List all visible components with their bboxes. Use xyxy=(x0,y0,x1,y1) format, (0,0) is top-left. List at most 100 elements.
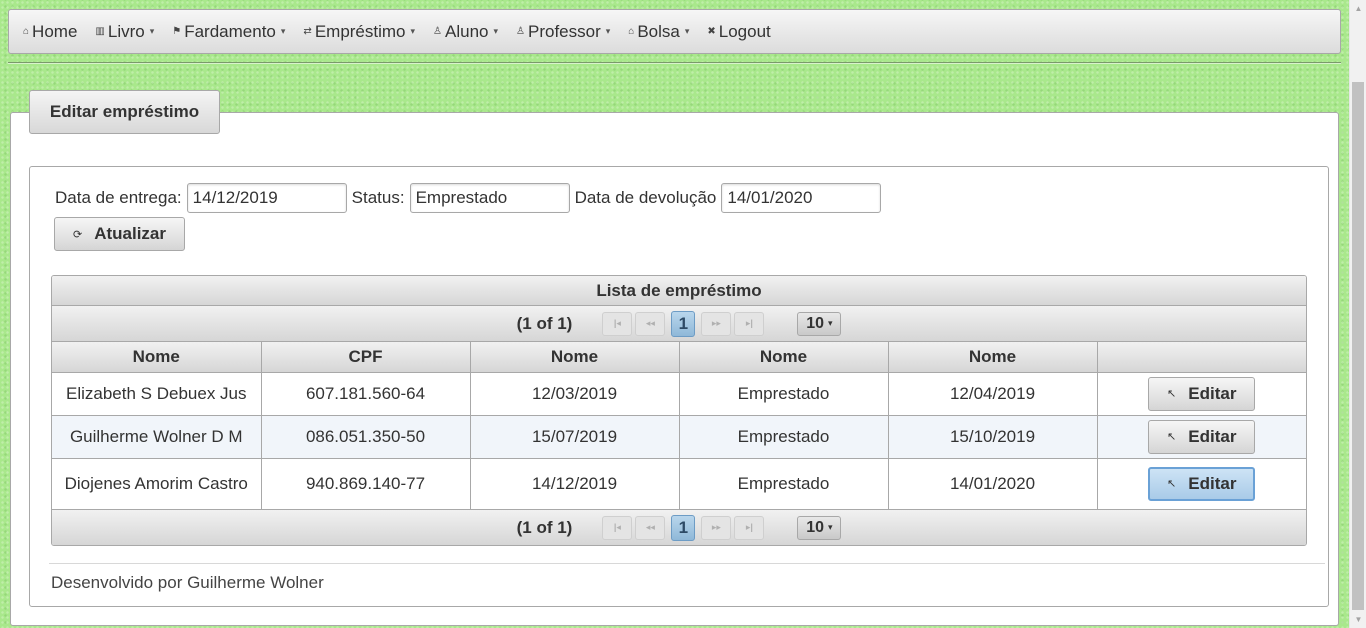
menu-home[interactable]: ⌂ Home xyxy=(23,22,77,42)
footer-credit: Desenvolvido por Guilherme Wolner xyxy=(51,573,324,592)
chevron-down-icon: ▾ xyxy=(149,26,155,36)
scroll-up-icon[interactable]: ▲ xyxy=(1350,0,1366,17)
menu-fardamento-label: Fardamento xyxy=(184,21,276,41)
cursor-arrow-icon: ↖ xyxy=(1167,431,1177,443)
table-row: Diojenes Amorim Castro 940.869.140-77 14… xyxy=(52,458,1306,509)
menu-fardamento[interactable]: ⚑ Fardamento ▾ xyxy=(172,22,285,42)
last-page-icon[interactable]: ▸| xyxy=(734,515,765,540)
next-page-icon[interactable]: ▸▸ xyxy=(701,515,732,540)
flag-icon: ⚑ xyxy=(172,26,182,37)
home-icon: ⌂ xyxy=(23,26,30,37)
menu-emprestimo[interactable]: ⇄ Empréstimo ▾ xyxy=(303,22,415,42)
main-menubar: ⌂ Home ▥ Livro ▾ ⚑ Fardamento ▾ ⇄ Emprés… xyxy=(8,9,1341,54)
menu-emprestimo-label: Empréstimo xyxy=(314,21,406,41)
devolucao-label: Data de devolução xyxy=(574,188,717,207)
menu-home-label: Home xyxy=(32,21,78,41)
scroll-thumb[interactable] xyxy=(1352,82,1364,610)
edit-button-label: Editar xyxy=(1188,383,1237,403)
cell-cpf: 086.051.350-50 xyxy=(261,415,471,459)
edit-button[interactable]: ↖ Editar xyxy=(1148,376,1256,411)
column-header-cpf[interactable]: CPF xyxy=(261,342,471,373)
menu-professor-label: Professor xyxy=(527,21,601,41)
menu-bolsa[interactable]: ⌂ Bolsa ▾ xyxy=(628,22,689,42)
table-row: Guilherme Wolner D M 086.051.350-50 15/0… xyxy=(52,415,1306,459)
cell-status: Emprestado xyxy=(679,458,889,509)
menu-livro-label: Livro xyxy=(107,21,145,41)
book-icon: ▥ xyxy=(95,26,105,37)
edit-button[interactable]: ↖ Editar xyxy=(1148,466,1256,501)
page-1-button[interactable]: 1 xyxy=(671,310,696,337)
edit-button[interactable]: ↖ Editar xyxy=(1148,419,1256,454)
menu-livro[interactable]: ▥ Livro ▾ xyxy=(95,22,154,42)
menu-aluno[interactable]: ♙ Aluno ▾ xyxy=(433,22,498,42)
loan-datatable: Lista de empréstimo (1 of 1) |◂ ◂◂ 1 ▸▸ … xyxy=(51,275,1307,546)
building-icon: ⌂ xyxy=(628,26,635,37)
cell-name: Diojenes Amorim Castro xyxy=(52,458,262,509)
chevron-down-icon: ▾ xyxy=(493,26,499,36)
entrega-label: Data de entrega: xyxy=(55,188,182,207)
cell-cpf: 940.869.140-77 xyxy=(261,458,471,509)
person-icon: ♙ xyxy=(516,26,525,37)
paginator-current: (1 of 1) xyxy=(516,517,573,537)
entrega-date-input[interactable] xyxy=(186,183,347,213)
column-header-nome[interactable]: Nome xyxy=(470,342,680,373)
cursor-arrow-icon: ↖ xyxy=(1167,478,1177,491)
next-page-icon[interactable]: ▸▸ xyxy=(701,311,732,336)
menu-separator xyxy=(8,62,1341,64)
loan-table: Nome CPF Nome Nome Nome Elizabeth S Debu… xyxy=(52,342,1306,509)
edit-button-label: Editar xyxy=(1188,426,1237,446)
menu-logout-label: Logout xyxy=(718,21,771,41)
table-title: Lista de empréstimo xyxy=(52,276,1306,306)
chevron-down-icon: ▾ xyxy=(410,26,416,36)
cell-return-date: 15/10/2019 xyxy=(888,415,1098,459)
rows-per-page-value: 10 xyxy=(806,518,824,536)
first-page-icon[interactable]: |◂ xyxy=(602,311,633,336)
paginator-current: (1 of 1) xyxy=(516,313,573,333)
column-header-actions xyxy=(1097,342,1306,373)
paginator-top: (1 of 1) |◂ ◂◂ 1 ▸▸ ▸| 10 ▾ xyxy=(52,306,1306,342)
rows-per-page-select[interactable]: 10 ▾ xyxy=(797,311,842,336)
devolucao-date-input[interactable] xyxy=(721,183,882,213)
update-button-label: Atualizar xyxy=(94,224,166,243)
scroll-down-icon[interactable]: ▼ xyxy=(1350,611,1366,628)
rows-per-page-select[interactable]: 10 ▾ xyxy=(797,515,842,540)
cell-cpf: 607.181.560-64 xyxy=(261,372,471,416)
cell-return-date: 12/04/2019 xyxy=(888,372,1098,416)
cell-name: Elizabeth S Debuex Jus xyxy=(52,372,262,416)
cursor-arrow-icon: ↖ xyxy=(1167,388,1177,400)
page-1-button[interactable]: 1 xyxy=(671,514,696,541)
person-icon: ♙ xyxy=(433,26,442,37)
chevron-down-icon: ▾ xyxy=(827,318,833,328)
menu-aluno-label: Aluno xyxy=(445,21,489,41)
panel-title: Editar empréstimo xyxy=(29,90,220,134)
vertical-scrollbar[interactable]: ▲ ▼ xyxy=(1349,0,1366,628)
edit-button-label: Editar xyxy=(1188,473,1237,493)
last-page-icon[interactable]: ▸| xyxy=(734,311,765,336)
cell-status: Emprestado xyxy=(679,415,889,459)
status-input[interactable] xyxy=(409,183,570,213)
cell-action: ↖ Editar xyxy=(1097,458,1306,509)
column-header-nome[interactable]: Nome xyxy=(52,342,262,373)
cell-return-date: 14/01/2020 xyxy=(888,458,1098,509)
chevron-down-icon: ▾ xyxy=(827,522,833,532)
first-page-icon[interactable]: |◂ xyxy=(602,515,633,540)
cell-delivery-date: 14/12/2019 xyxy=(470,458,680,509)
cell-status: Emprestado xyxy=(679,372,889,416)
status-label: Status: xyxy=(351,188,405,207)
close-icon: ✖ xyxy=(707,26,716,37)
menu-logout[interactable]: ✖ Logout xyxy=(707,22,770,42)
column-header-nome[interactable]: Nome xyxy=(888,342,1098,373)
transfer-icon: ⇄ xyxy=(303,26,312,37)
update-button[interactable]: ⟳ Atualizar xyxy=(54,217,185,251)
chevron-down-icon: ▾ xyxy=(605,26,611,36)
prev-page-icon[interactable]: ◂◂ xyxy=(635,311,666,336)
chevron-down-icon: ▾ xyxy=(684,26,690,36)
refresh-icon: ⟳ xyxy=(72,228,83,241)
cell-delivery-date: 12/03/2019 xyxy=(470,372,680,416)
prev-page-icon[interactable]: ◂◂ xyxy=(635,515,666,540)
column-header-nome[interactable]: Nome xyxy=(679,342,889,373)
table-row: Elizabeth S Debuex Jus 607.181.560-64 12… xyxy=(52,372,1306,416)
cell-action: ↖ Editar xyxy=(1097,372,1306,416)
footer-divider xyxy=(49,563,1325,564)
menu-professor[interactable]: ♙ Professor ▾ xyxy=(516,22,610,42)
